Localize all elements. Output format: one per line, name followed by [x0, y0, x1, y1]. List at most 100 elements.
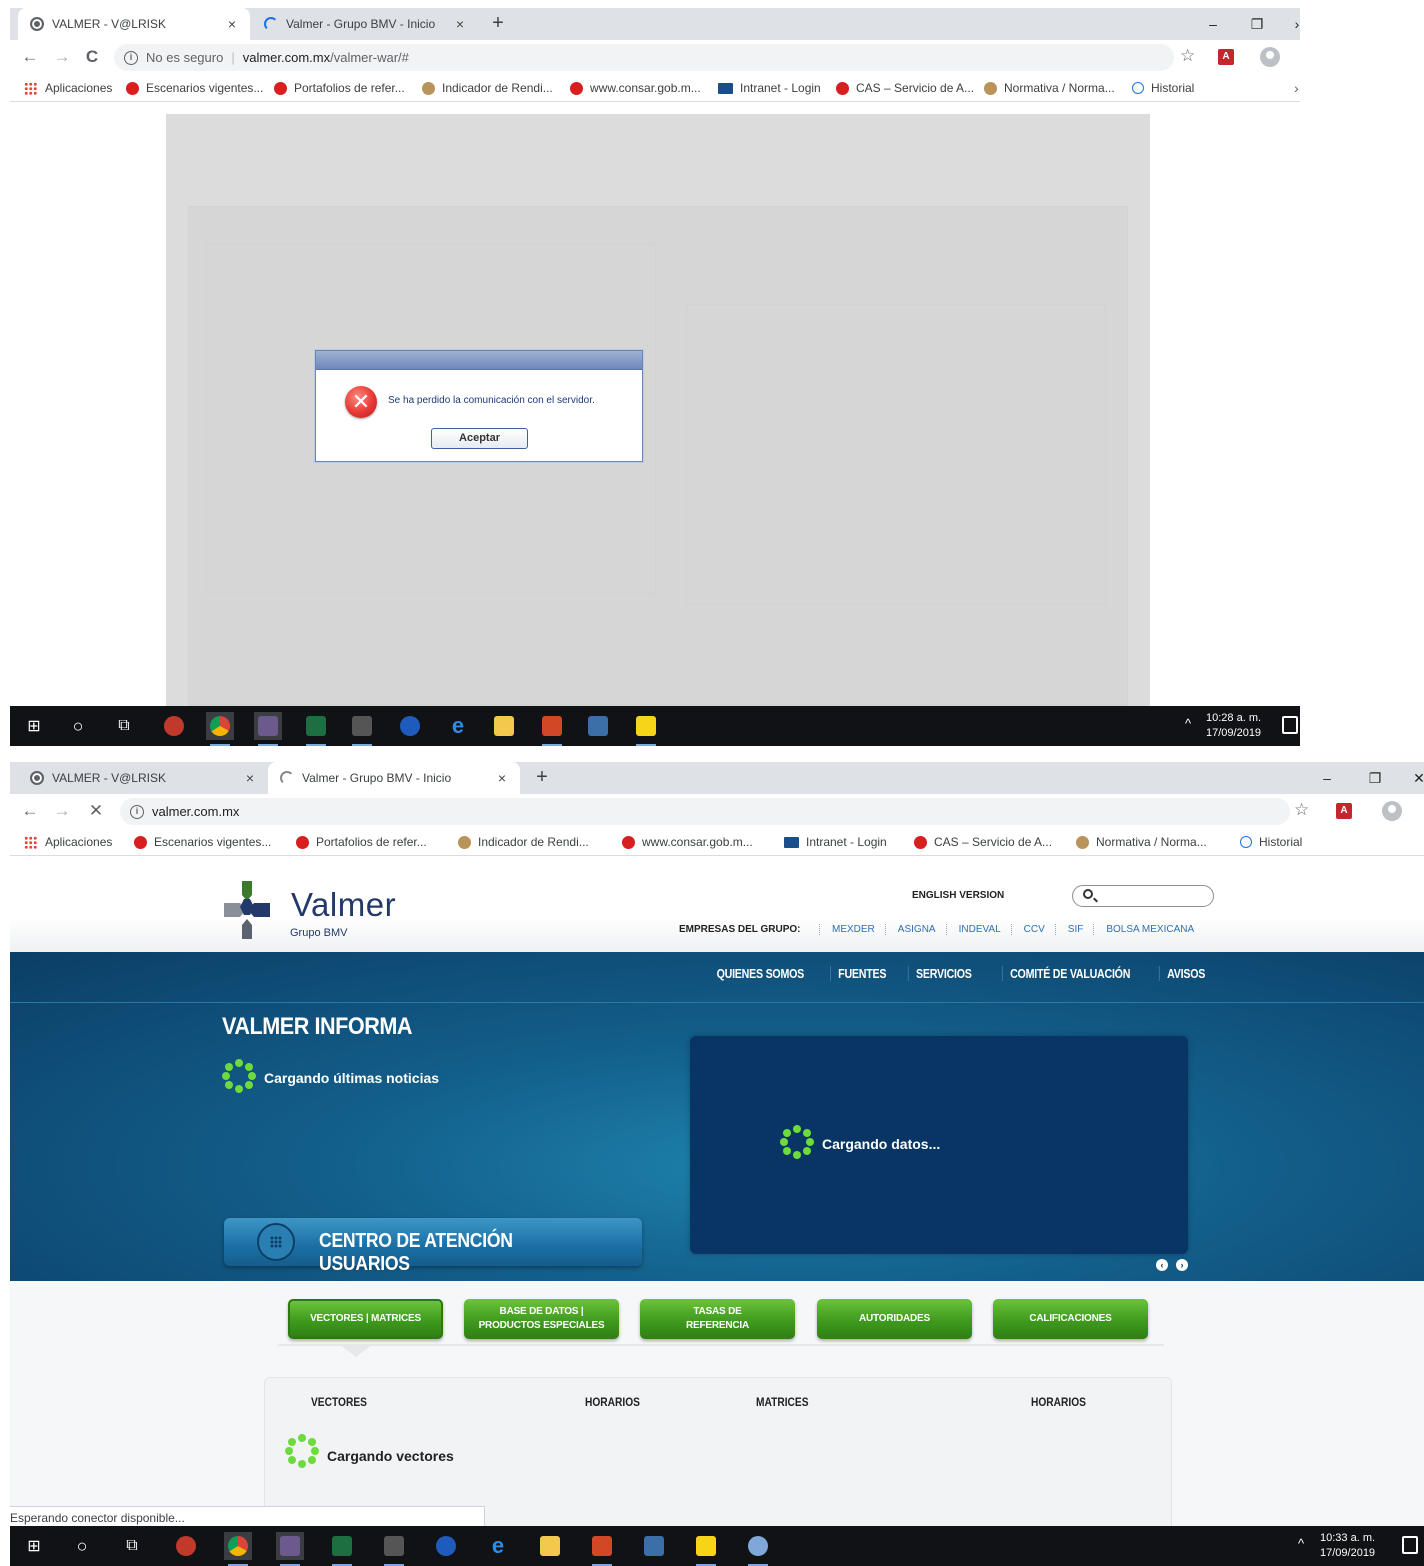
- search-icon[interactable]: ○: [64, 712, 92, 740]
- powerpoint-icon[interactable]: [588, 1532, 616, 1566]
- tab-autoridades[interactable]: AUTORIDADES: [817, 1299, 972, 1339]
- clock[interactable]: 10:33 a. m. 17/09/2019: [1320, 1531, 1375, 1561]
- calculator-icon[interactable]: [348, 712, 376, 746]
- bookmark-historial[interactable]: Historial: [1240, 835, 1302, 849]
- group-link-sif[interactable]: SIF: [1054, 924, 1094, 935]
- notification-icon[interactable]: [1402, 1536, 1418, 1554]
- group-link-ccv[interactable]: CCV: [1010, 924, 1055, 935]
- bookmark-aplicaciones[interactable]: Aplicaciones: [24, 835, 112, 849]
- tray-expand-icon[interactable]: ^: [1298, 1536, 1304, 1551]
- nav-avisos[interactable]: AVISOS: [1158, 966, 1213, 981]
- profile-avatar[interactable]: [1260, 47, 1280, 67]
- new-tab-button[interactable]: +: [530, 766, 554, 790]
- back-button[interactable]: ←: [18, 45, 42, 69]
- reload-button[interactable]: C: [80, 45, 104, 69]
- app-icon[interactable]: [276, 1532, 304, 1566]
- close-icon[interactable]: ×: [494, 770, 510, 786]
- tab-calificaciones[interactable]: CALIFICACIONES: [993, 1299, 1148, 1339]
- bookmarks-overflow-icon[interactable]: ›: [1294, 80, 1299, 96]
- bookmark-indicador[interactable]: Indicador de Rendi...: [422, 81, 553, 95]
- chrome-icon[interactable]: [206, 712, 234, 746]
- group-link-indeval[interactable]: INDEVAL: [945, 924, 1011, 935]
- bookmark-cas[interactable]: CAS – Servicio de A...: [836, 81, 974, 95]
- stop-button[interactable]: ✕: [84, 799, 108, 823]
- restore-button[interactable]: ❐: [1242, 12, 1272, 36]
- minimize-button[interactable]: –: [1198, 12, 1228, 36]
- tab-base-de-datos[interactable]: BASE DE DATOS | PRODUCTOS ESPECIALES: [464, 1299, 619, 1339]
- tray-expand-icon[interactable]: ^: [1185, 716, 1191, 731]
- minimize-button[interactable]: –: [1312, 766, 1342, 790]
- bookmark-intranet[interactable]: Intranet - Login: [718, 81, 821, 95]
- address-bar[interactable]: i valmer.com.mx: [120, 798, 1290, 825]
- pdf-extension-icon[interactable]: A: [1336, 803, 1352, 819]
- search-icon[interactable]: ○: [68, 1532, 96, 1560]
- address-bar[interactable]: i No es seguro | valmer.com.mx /valmer-w…: [114, 44, 1174, 71]
- sticky-notes-icon[interactable]: [692, 1532, 720, 1566]
- bookmark-indicador[interactable]: Indicador de Rendi...: [458, 835, 589, 849]
- pdf-extension-icon[interactable]: A: [1218, 49, 1234, 65]
- file-explorer-icon[interactable]: [490, 712, 518, 740]
- snipping-tool-icon[interactable]: [172, 1532, 200, 1560]
- close-icon[interactable]: ×: [452, 16, 468, 32]
- restore-button[interactable]: ❐: [1360, 766, 1390, 790]
- valmer-logo-icon[interactable]: [224, 881, 270, 939]
- group-link-mexder[interactable]: MEXDER: [819, 924, 885, 935]
- new-tab-button[interactable]: +: [486, 12, 510, 36]
- windows-start-icon[interactable]: ⊞: [20, 1532, 48, 1560]
- file-explorer-icon[interactable]: [536, 1532, 564, 1560]
- carousel-prev-icon[interactable]: ‹: [1156, 1259, 1168, 1271]
- english-version-link[interactable]: ENGLISH VERSION: [912, 890, 1004, 901]
- excel-icon[interactable]: [302, 712, 330, 746]
- tab-valmer-inicio[interactable]: Valmer - Grupo BMV - Inicio ×: [252, 8, 478, 40]
- bookmark-escenarios[interactable]: Escenarios vigentes...: [134, 835, 271, 849]
- valmer-logo-text[interactable]: Valmer: [291, 886, 396, 924]
- windows-start-icon[interactable]: ⊞: [20, 712, 48, 740]
- tab-tasas-referencia[interactable]: TASAS DE REFERENCIA: [640, 1299, 795, 1339]
- info-icon[interactable]: i: [130, 804, 144, 819]
- nav-fuentes[interactable]: FUENTES: [829, 966, 894, 981]
- close-window-button[interactable]: ›: [1282, 12, 1300, 36]
- nav-quienes-somos[interactable]: QUIENES SOMOS: [709, 966, 811, 981]
- tab-valrisk[interactable]: VALMER - V@LRISK ×: [18, 8, 250, 40]
- tab-vectores-matrices[interactable]: VECTORES | MATRICES: [288, 1299, 443, 1339]
- sticky-notes-icon[interactable]: [632, 712, 660, 746]
- app-icon[interactable]: [254, 712, 282, 746]
- bookmark-intranet[interactable]: Intranet - Login: [784, 835, 887, 849]
- bookmark-consar[interactable]: www.consar.gob.m...: [570, 81, 701, 95]
- tab-valmer-inicio[interactable]: Valmer - Grupo BMV - Inicio ×: [268, 762, 520, 794]
- calculator-icon[interactable]: [380, 1532, 408, 1566]
- bookmark-portafolios[interactable]: Portafolios de refer...: [296, 835, 427, 849]
- bookmark-escenarios[interactable]: Escenarios vigentes...: [126, 81, 263, 95]
- internet-explorer-icon[interactable]: e: [444, 712, 472, 740]
- paint-icon[interactable]: [744, 1532, 772, 1566]
- group-link-bolsa[interactable]: BOLSA MEXICANA: [1093, 924, 1204, 935]
- bookmark-star-icon[interactable]: ☆: [1294, 800, 1309, 820]
- profile-avatar[interactable]: [1382, 801, 1402, 821]
- close-window-button[interactable]: ✕: [1404, 766, 1424, 790]
- bookmark-normativa[interactable]: Normativa / Norma...: [1076, 835, 1207, 849]
- bookmark-star-icon[interactable]: ☆: [1180, 46, 1195, 66]
- bookmark-historial[interactable]: Historial: [1132, 81, 1194, 95]
- chrome-icon[interactable]: [224, 1532, 252, 1566]
- bookmark-consar[interactable]: www.consar.gob.m...: [622, 835, 753, 849]
- bookmark-normativa[interactable]: Normativa / Norma...: [984, 81, 1115, 95]
- forward-button[interactable]: →: [50, 799, 74, 823]
- snipping-tool-icon[interactable]: [160, 712, 188, 740]
- back-button[interactable]: ←: [18, 799, 42, 823]
- close-icon[interactable]: ×: [242, 770, 258, 786]
- bookmark-portafolios[interactable]: Portafolios de refer...: [274, 81, 405, 95]
- vpn-icon[interactable]: [640, 1532, 668, 1560]
- forward-button[interactable]: →: [50, 45, 74, 69]
- outlook-icon[interactable]: [432, 1532, 460, 1560]
- task-view-icon[interactable]: ⧉: [118, 1532, 146, 1560]
- site-search-input[interactable]: [1072, 885, 1214, 907]
- accept-button[interactable]: Aceptar: [431, 428, 528, 449]
- info-icon[interactable]: i: [124, 50, 138, 65]
- close-icon[interactable]: ×: [224, 16, 240, 32]
- notification-icon[interactable]: [1282, 716, 1298, 734]
- vpn-icon[interactable]: [584, 712, 612, 740]
- centro-atencion-button[interactable]: CENTRO DE ATENCIÓN USUARIOS: [224, 1218, 642, 1275]
- group-link-asigna[interactable]: ASIGNA: [884, 924, 946, 935]
- carousel-next-icon[interactable]: ›: [1176, 1259, 1188, 1271]
- outlook-icon[interactable]: [396, 712, 424, 740]
